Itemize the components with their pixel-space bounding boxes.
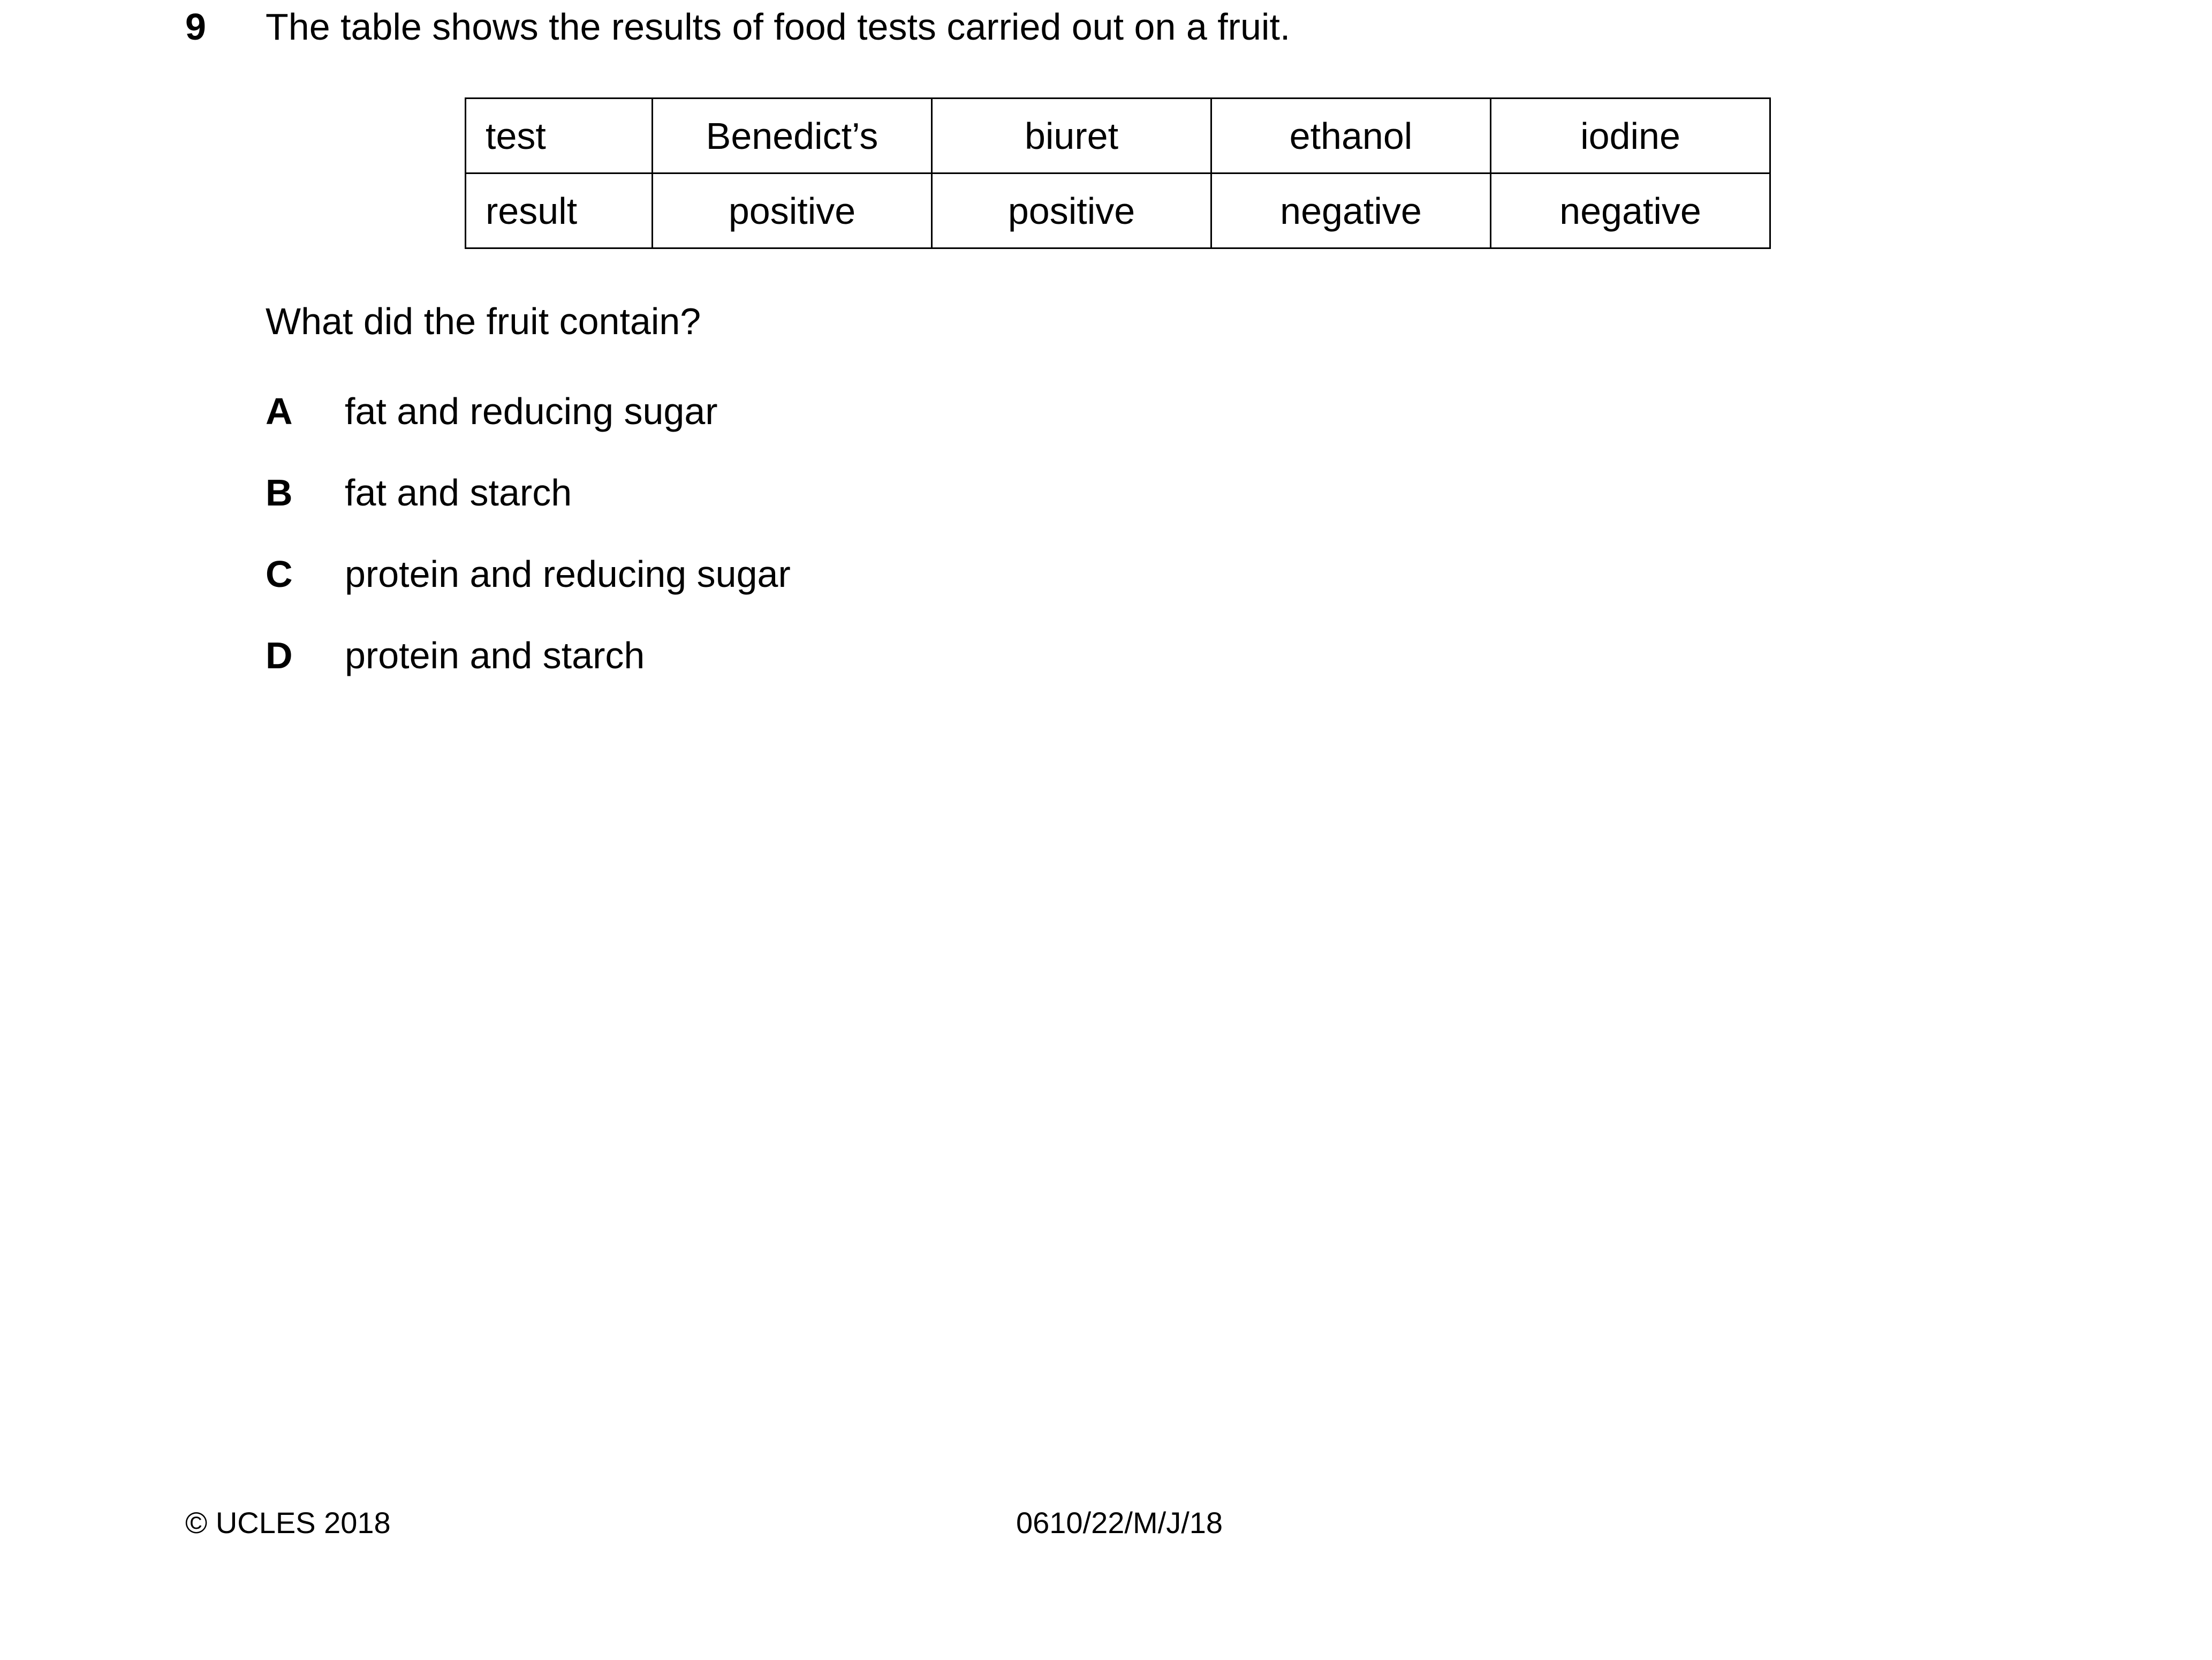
table-row-header: result bbox=[465, 172, 653, 249]
table-cell: negative bbox=[1490, 172, 1771, 249]
footer-paper-code: 0610/22/M/J/18 bbox=[1016, 1506, 1223, 1540]
table-cell: iodine bbox=[1490, 97, 1771, 174]
option-letter: C bbox=[266, 553, 293, 595]
option-text: protein and starch bbox=[345, 635, 645, 676]
food-test-table: test Benedict’s biuret ethanol iodine re… bbox=[465, 97, 1771, 249]
table-row-result: result positive positive negative negati… bbox=[465, 172, 1771, 249]
table-cell: positive bbox=[931, 172, 1212, 249]
question-number: 9 bbox=[185, 6, 206, 48]
table-cell: positive bbox=[652, 172, 933, 249]
question-stem: The table shows the results of food test… bbox=[266, 6, 1291, 48]
option-letter: B bbox=[266, 472, 293, 514]
question-prompt: What did the fruit contain? bbox=[266, 300, 701, 342]
option-text: protein and reducing sugar bbox=[345, 553, 791, 595]
table-cell: negative bbox=[1210, 172, 1491, 249]
option-text: fat and reducing sugar bbox=[345, 390, 718, 432]
table-row-header: test bbox=[465, 97, 653, 174]
table-row-test: test Benedict’s biuret ethanol iodine bbox=[465, 97, 1771, 174]
option-text: fat and starch bbox=[345, 472, 572, 514]
option-letter: A bbox=[266, 390, 293, 432]
footer-copyright: © UCLES 2018 bbox=[185, 1506, 391, 1540]
table-cell: biuret bbox=[931, 97, 1212, 174]
table-cell: ethanol bbox=[1210, 97, 1491, 174]
option-letter: D bbox=[266, 635, 293, 676]
table-cell: Benedict’s bbox=[652, 97, 933, 174]
